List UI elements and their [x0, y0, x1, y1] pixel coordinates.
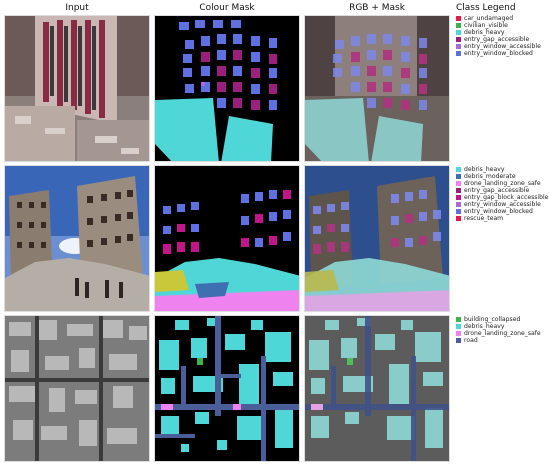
legend-swatch [456, 209, 461, 214]
legend-swatch [456, 188, 461, 193]
legend-item: drone_landing_zone_safe [456, 180, 550, 187]
legend-item: debris_heavy [456, 323, 550, 330]
legend-item: entry_window_accessible [456, 43, 550, 50]
legend-row2: debris_heavy debris_moderate drone_landing… [456, 166, 550, 222]
legend-swatch [456, 44, 461, 49]
legend-label: entry_window_blocked [464, 208, 533, 215]
legend-swatch [456, 23, 461, 28]
legend-label: rescue_team [464, 215, 504, 222]
legend-label: road [464, 337, 478, 344]
legend-item: road [456, 337, 550, 344]
legend-label: debris_heavy [464, 323, 505, 330]
legend-label: entry_window_accessible [464, 43, 541, 50]
legend-row1: car_undamaged civilian_visible debris_heav… [456, 15, 550, 57]
header-colour-mask: Colour Mask [199, 3, 255, 13]
legend-label: entry_window_blocked [464, 50, 533, 57]
rgb-mask-row2 [304, 165, 450, 312]
legend-label: debris_heavy [464, 166, 505, 173]
legend-swatch [456, 317, 461, 322]
legend-label: drone_landing_zone_safe [464, 330, 541, 337]
legend-item: entry_window_accessible [456, 201, 550, 208]
colour-mask-row1 [154, 15, 300, 162]
legend-swatch [456, 338, 461, 343]
rgb-mask-row1 [304, 15, 450, 162]
legend-item: rescue_team [456, 215, 550, 222]
legend-row3: building_collapsed debris_heavy drone_land… [456, 316, 550, 344]
legend-swatch [456, 195, 461, 200]
legend-swatch [456, 167, 461, 172]
legend-item: entry_window_blocked [456, 50, 550, 57]
legend-swatch [456, 181, 461, 186]
legend-swatch [456, 331, 461, 336]
input-image-row2 [4, 165, 150, 312]
legend-swatch [456, 16, 461, 21]
legend-item: entry_gap_accessible [456, 36, 550, 43]
legend-label: drone_landing_zone_safe [464, 180, 541, 187]
legend-swatch [456, 174, 461, 179]
legend-item: entry_window_blocked [456, 208, 550, 215]
input-image-row3 [4, 315, 150, 462]
legend-label: building_collapsed [464, 316, 521, 323]
rgb-mask-row3 [304, 315, 450, 462]
legend-label: debris_heavy [464, 29, 505, 36]
legend-label: entry_window_accessible [464, 201, 541, 208]
legend-swatch [456, 37, 461, 42]
legend-item: debris_heavy [456, 29, 550, 36]
legend-label: entry_gap_block_accessible [464, 194, 549, 201]
legend-label: debris_moderate [464, 173, 516, 180]
legend-item: entry_gap_block_accessible [456, 194, 550, 201]
legend-item: debris_heavy [456, 166, 550, 173]
legend-item: debris_moderate [456, 173, 550, 180]
legend-swatch [456, 30, 461, 35]
legend-item: car_undamaged [456, 15, 550, 22]
header-class-legend: Class Legend [456, 3, 516, 13]
colour-mask-row2 [154, 165, 300, 312]
legend-label: entry_gap_accessible [464, 187, 530, 194]
header-rgb-mask: RGB + Mask [349, 3, 405, 13]
legend-item: entry_gap_accessible [456, 187, 550, 194]
colour-mask-row3 [154, 315, 300, 462]
legend-swatch [456, 51, 461, 56]
legend-label: car_undamaged [464, 15, 514, 22]
legend-label: entry_gap_accessible [464, 36, 530, 43]
legend-swatch [456, 202, 461, 207]
legend-item: building_collapsed [456, 316, 550, 323]
legend-item: civilian_visible [456, 22, 550, 29]
header-input: Input [65, 3, 89, 13]
input-image-row1 [4, 15, 150, 162]
legend-swatch [456, 216, 461, 221]
legend-swatch [456, 324, 461, 329]
legend-item: drone_landing_zone_safe [456, 330, 550, 337]
legend-label: civilian_visible [464, 22, 508, 29]
